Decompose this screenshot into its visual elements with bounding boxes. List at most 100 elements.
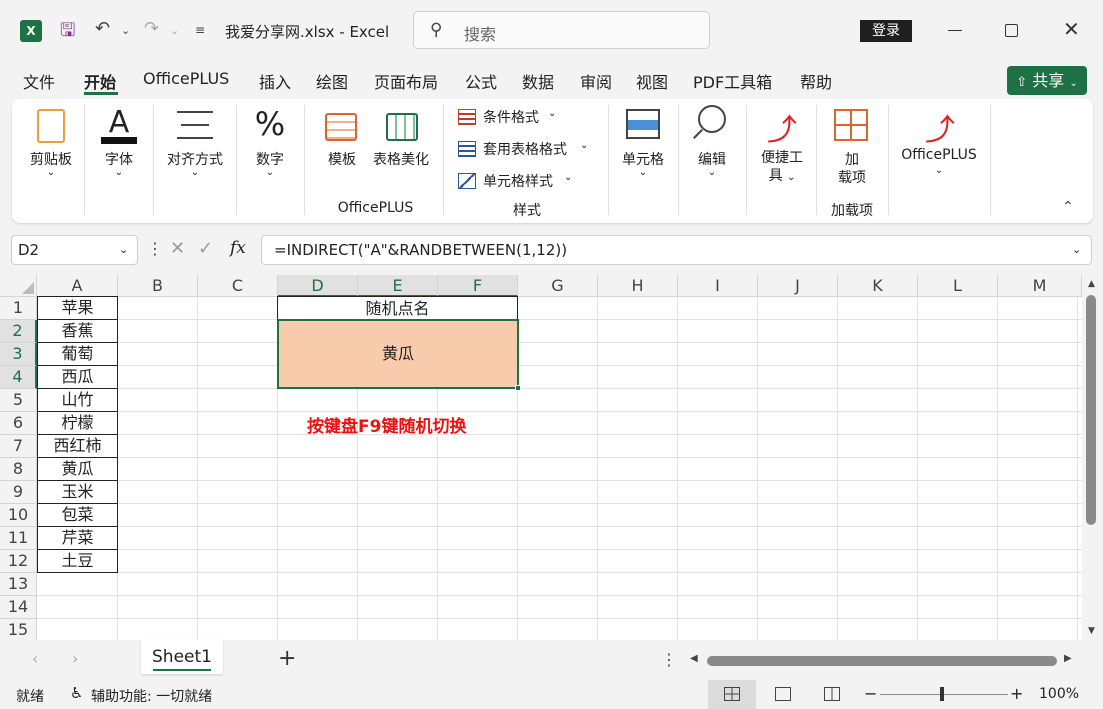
column-header-j[interactable]: J — [758, 275, 838, 297]
undo-icon[interactable]: ↶ — [95, 18, 110, 39]
name-box[interactable]: D2 ⌄ — [11, 235, 138, 265]
formula-input[interactable]: =INDIRECT("A"&RANDBETWEEN(1,12)) ⌄ — [261, 235, 1092, 265]
conditional-format-button[interactable]: 条件格式 ⌄ — [458, 107, 568, 129]
tab-draw[interactable]: 绘图 — [316, 69, 348, 93]
worksheet-grid[interactable]: A B C D E F G H I J K L M 1 2 3 4 5 6 7 … — [0, 275, 1082, 640]
zoom-out-icon[interactable]: − — [864, 684, 877, 703]
accessibility-status[interactable]: 辅助功能: 一切就绪 — [91, 686, 212, 706]
share-button[interactable]: ⇧ 共享 ⌄ — [1007, 66, 1087, 95]
template-button[interactable]: 模板 — [317, 109, 367, 169]
cell-a11[interactable]: 芹菜 — [37, 527, 118, 550]
chevron-down-icon[interactable]: ⌄ — [1072, 243, 1081, 256]
tab-officeplus[interactable]: OfficePLUS — [143, 69, 229, 88]
more-options-icon[interactable]: ⋮ — [661, 650, 677, 669]
row-header-2[interactable]: 2 — [0, 320, 37, 343]
zoom-slider-thumb[interactable] — [940, 687, 944, 701]
tab-review[interactable]: 审阅 — [580, 69, 612, 93]
cell-a1[interactable]: 苹果 — [37, 296, 118, 320]
row-header-12[interactable]: 12 — [0, 550, 37, 573]
scroll-down-icon[interactable]: ▼ — [1088, 626, 1095, 636]
cell-a3[interactable]: 葡萄 — [37, 343, 118, 366]
row-header-11[interactable]: 11 — [0, 527, 37, 550]
cell-a9[interactable]: 玉米 — [37, 481, 118, 504]
tab-formulas[interactable]: 公式 — [465, 69, 497, 93]
column-header-e[interactable]: E — [358, 275, 438, 297]
number-button[interactable]: % 数字 ⌄ — [244, 105, 296, 185]
format-as-table-button[interactable]: 套用表格格式 ⌄ — [458, 139, 598, 161]
column-header-k[interactable]: K — [838, 275, 918, 297]
tab-page-layout[interactable]: 页面布局 — [374, 69, 438, 93]
row-header-5[interactable]: 5 — [0, 389, 37, 412]
row-header-7[interactable]: 7 — [0, 435, 37, 458]
close-icon[interactable]: ✕ — [1063, 17, 1080, 41]
zoom-slider[interactable] — [880, 694, 1008, 695]
scroll-left-icon[interactable]: ◀ — [690, 653, 698, 664]
column-header-a[interactable]: A — [37, 275, 118, 297]
clipboard-button[interactable]: 剪贴板 ⌄ — [22, 105, 80, 185]
cell-a6[interactable]: 柠檬 — [37, 412, 118, 435]
save-icon[interactable]: 🖫 — [60, 18, 75, 48]
cell-a5[interactable]: 山竹 — [37, 389, 118, 412]
tab-view[interactable]: 视图 — [636, 69, 668, 93]
row-header-6[interactable]: 6 — [0, 412, 37, 435]
tab-help[interactable]: 帮助 — [800, 69, 832, 93]
horizontal-scroll-thumb[interactable] — [707, 656, 1057, 666]
alignment-button[interactable]: 对齐方式 ⌄ — [160, 105, 230, 185]
quick-tools-button[interactable]: ⤴ 便捷工 具 ⌄ — [752, 105, 812, 185]
addins-button[interactable]: 加 载项 — [824, 105, 880, 186]
login-button[interactable]: 登录 — [860, 20, 912, 42]
collapse-ribbon-icon[interactable]: ⌃ — [1062, 199, 1074, 215]
row-header-9[interactable]: 9 — [0, 481, 37, 504]
row-header-8[interactable]: 8 — [0, 458, 37, 481]
cell-d1-merged[interactable]: 随机点名 — [277, 296, 518, 320]
cell-a10[interactable]: 包菜 — [37, 504, 118, 527]
row-header-1[interactable]: 1 — [0, 297, 37, 320]
column-header-i[interactable]: I — [678, 275, 758, 297]
cell-a2[interactable]: 香蕉 — [37, 320, 118, 343]
page-break-view-icon[interactable] — [824, 687, 840, 701]
tab-data[interactable]: 数据 — [522, 69, 554, 93]
next-sheet-icon[interactable]: › — [72, 649, 78, 668]
page-layout-view-icon[interactable] — [775, 687, 791, 701]
row-header-14[interactable]: 14 — [0, 596, 37, 619]
cancel-formula-icon[interactable]: ✕ — [170, 238, 185, 259]
tab-pdf-tools[interactable]: PDF工具箱 — [693, 69, 772, 93]
search-box[interactable]: ⚲ 搜索 — [413, 11, 710, 49]
column-header-c[interactable]: C — [198, 275, 278, 297]
cell-d2-merged-selected[interactable]: 黄瓜 — [277, 319, 521, 391]
cell-a4[interactable]: 西瓜 — [37, 366, 118, 389]
undo-dropdown-icon[interactable]: ⌄ — [121, 24, 130, 37]
tab-file[interactable]: 文件 — [23, 69, 55, 93]
row-header-13[interactable]: 13 — [0, 573, 37, 596]
row-header-15[interactable]: 15 — [0, 619, 37, 640]
customize-toolbar-icon[interactable]: ≡ — [195, 23, 205, 37]
column-header-h[interactable]: H — [598, 275, 678, 297]
prev-sheet-icon[interactable]: ‹ — [32, 649, 38, 668]
table-beautify-button[interactable]: 表格美化 — [368, 109, 434, 169]
cell-a12[interactable]: 土豆 — [37, 550, 118, 573]
fill-handle[interactable] — [515, 385, 521, 391]
maximize-icon[interactable] — [1005, 24, 1018, 37]
tab-home[interactable]: 开始 — [84, 69, 116, 93]
vertical-scrollbar[interactable]: ▲ ▼ — [1082, 275, 1103, 640]
zoom-level[interactable]: 100% — [1039, 686, 1079, 702]
cells-button[interactable]: 单元格 ⌄ — [616, 105, 670, 185]
officeplus-button[interactable]: ⤴ OfficePLUS ⌄ — [894, 105, 984, 185]
formula-bar-more-icon[interactable]: ⋮ — [147, 239, 163, 258]
scroll-right-icon[interactable]: ▶ — [1064, 653, 1072, 664]
row-header-10[interactable]: 10 — [0, 504, 37, 527]
redo-dropdown-icon[interactable]: ⌄ — [170, 24, 179, 37]
column-header-m[interactable]: M — [998, 275, 1082, 297]
insert-function-button[interactable]: fx — [230, 238, 246, 258]
column-header-d[interactable]: D — [278, 275, 358, 297]
scroll-up-icon[interactable]: ▲ — [1088, 279, 1095, 289]
cell-a7[interactable]: 西红柿 — [37, 435, 118, 458]
zoom-in-icon[interactable]: + — [1010, 684, 1023, 703]
cell-styles-button[interactable]: 单元格样式 ⌄ — [458, 171, 578, 193]
minimize-icon[interactable] — [948, 30, 962, 31]
normal-view-button[interactable] — [708, 680, 756, 709]
add-sheet-button[interactable]: + — [278, 646, 296, 671]
font-button[interactable]: A 字体 ⌄ — [92, 105, 146, 185]
row-header-4[interactable]: 4 — [0, 366, 37, 389]
edit-button[interactable]: 编辑 ⌄ — [686, 105, 738, 185]
